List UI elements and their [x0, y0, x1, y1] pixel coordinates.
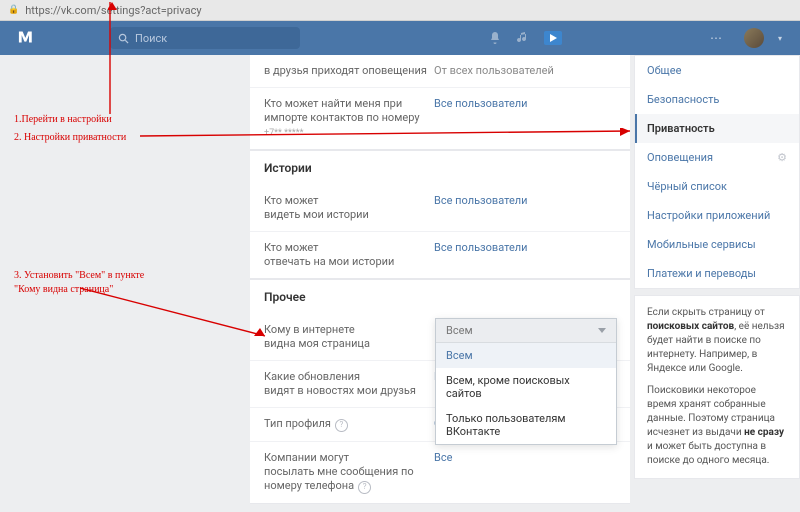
- sidebar-item-apps[interactable]: Настройки приложений: [635, 201, 799, 230]
- sidebar-item-payments[interactable]: Платежи и переводы: [635, 259, 799, 288]
- settings-main: в друзья приходят оповещения От всех пол…: [250, 55, 630, 504]
- sidebar-item-general[interactable]: Общее: [635, 56, 799, 85]
- sidebar-item-notifications[interactable]: Оповещения⚙: [635, 143, 799, 172]
- setting-row[interactable]: Компании могут посылать мне сообщения по…: [250, 441, 630, 503]
- settings-sidebar: Общее Безопасность Приватность Оповещени…: [634, 55, 800, 289]
- sidebar-item-mobile[interactable]: Мобильные сервисы: [635, 230, 799, 259]
- video-icon[interactable]: [544, 31, 562, 45]
- gear-icon[interactable]: ⚙: [777, 151, 787, 164]
- visibility-dropdown[interactable]: Всем Всем Всем, кроме поисковых сайтов Т…: [435, 318, 617, 445]
- setting-row[interactable]: Кто может отвечать на мои истории Все по…: [250, 231, 630, 278]
- lock-icon: 🔒: [8, 5, 19, 15]
- dropdown-option[interactable]: Всем, кроме поисковых сайтов: [436, 368, 616, 406]
- sidebar-item-blacklist[interactable]: Чёрный список: [635, 172, 799, 201]
- avatar[interactable]: [744, 28, 764, 48]
- dropdown-option[interactable]: Всем: [436, 343, 616, 368]
- chevron-down-icon: ▾: [778, 34, 782, 43]
- menu-icon[interactable]: ⋯: [710, 31, 722, 45]
- sidebar-item-security[interactable]: Безопасность: [635, 85, 799, 114]
- help-icon[interactable]: ?: [358, 481, 371, 494]
- dropdown-selected[interactable]: Всем: [436, 319, 616, 343]
- url-text: https://vk.com/settings?act=privacy: [25, 4, 201, 17]
- music-icon[interactable]: [516, 31, 530, 45]
- setting-row[interactable]: Кто может видеть мои истории Все пользов…: [250, 185, 630, 231]
- vk-header: Поиск ⋯ ▾: [0, 21, 800, 55]
- search-input[interactable]: Поиск: [110, 27, 300, 49]
- browser-urlbar[interactable]: 🔒 https://vk.com/settings?act=privacy: [0, 0, 800, 21]
- help-icon[interactable]: ?: [335, 419, 348, 432]
- sidebar-item-privacy[interactable]: Приватность: [635, 114, 799, 143]
- section-header-stories: Истории: [250, 150, 630, 185]
- search-icon: [118, 33, 129, 44]
- setting-row[interactable]: в друзья приходят оповещения От всех пол…: [250, 55, 630, 87]
- vk-logo[interactable]: [18, 29, 98, 48]
- section-header-other: Прочее: [250, 279, 630, 314]
- setting-row[interactable]: Кто может найти меня при импорте контакт…: [250, 87, 630, 149]
- dropdown-option[interactable]: Только пользователям ВКонтакте: [436, 406, 616, 444]
- info-tip: Если скрыть страницу от поисковых сайтов…: [634, 295, 800, 479]
- notifications-icon[interactable]: [488, 31, 502, 45]
